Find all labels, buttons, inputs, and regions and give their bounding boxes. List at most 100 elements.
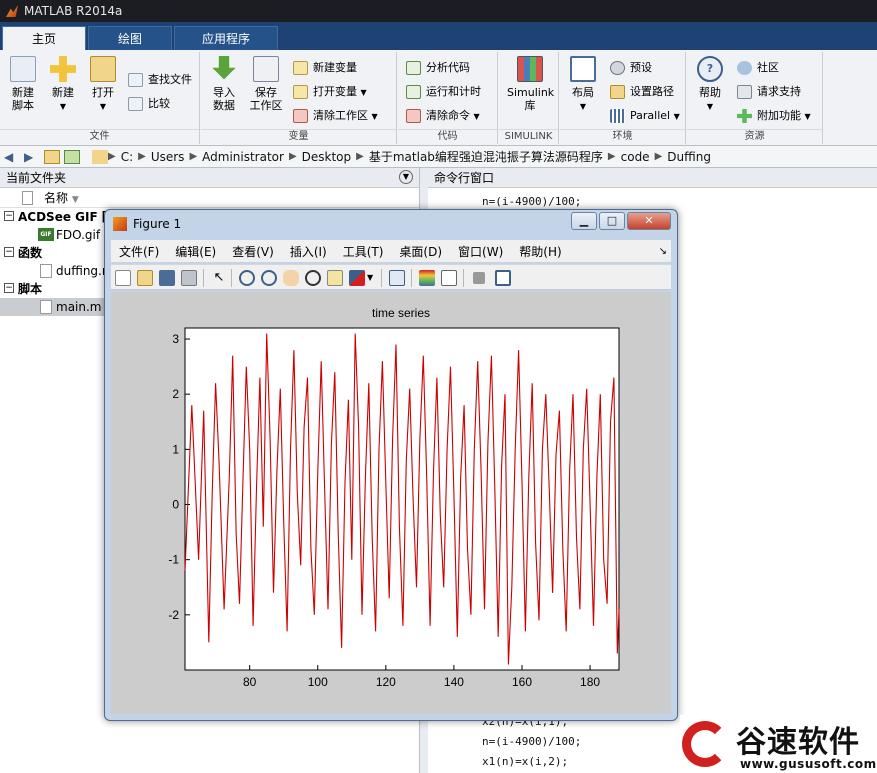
- menu-file[interactable]: 文件(F): [119, 243, 159, 260]
- print-icon[interactable]: [181, 270, 197, 286]
- new-figure-icon[interactable]: [115, 270, 131, 286]
- new-button[interactable]: 新建 ▼: [42, 56, 84, 113]
- menu-tools[interactable]: 工具(T): [343, 243, 384, 260]
- clear-commands-button[interactable]: 清除命令 ▼: [406, 106, 480, 126]
- brush-icon[interactable]: [349, 270, 365, 286]
- zoom-out-icon[interactable]: [261, 270, 277, 286]
- folder-icon: [90, 56, 116, 82]
- colorbar-icon[interactable]: [419, 270, 435, 286]
- open-button[interactable]: 打开 ▼: [82, 56, 124, 113]
- y-tick-label: 0: [172, 498, 179, 512]
- pan-hand-icon[interactable]: [283, 270, 299, 286]
- path-segment[interactable]: Users: [151, 150, 185, 164]
- collapse-icon[interactable]: −: [4, 211, 14, 221]
- menu-desktop[interactable]: 桌面(D): [399, 243, 442, 260]
- menu-insert[interactable]: 插入(I): [290, 243, 327, 260]
- data-cursor-icon[interactable]: [327, 270, 343, 286]
- link-plot-icon[interactable]: [389, 270, 405, 286]
- simulink-icon: [517, 56, 543, 82]
- back-arrow-icon[interactable]: ◀: [4, 150, 20, 164]
- open-variable-button[interactable]: 打开变量 ▼: [293, 82, 367, 102]
- y-tick-label: -1: [168, 553, 179, 567]
- parallel-button[interactable]: Parallel ▼: [610, 106, 680, 126]
- figure-window[interactable]: Figure 1 ▁ □ ✕ 文件(F) 编辑(E) 查看(V) 插入(I) 工…: [104, 209, 678, 721]
- file-type-icon: [22, 191, 33, 205]
- command-line: n=(i-4900)/100;: [482, 735, 582, 748]
- analyze-code-button[interactable]: 分析代码: [406, 58, 470, 78]
- command-line: x1(n)=x(i,2);: [482, 755, 569, 768]
- time-series-chart: time series 80 100 120 140 160 180 -2 -1 0 1 2 3: [168, 306, 620, 689]
- menu-view[interactable]: 查看(V): [232, 243, 274, 260]
- layout-button[interactable]: 布局 ▼: [562, 56, 604, 113]
- new-variable-button[interactable]: 新建变量: [293, 58, 357, 78]
- parallel-icon: [610, 109, 625, 123]
- find-files-icon: [128, 73, 143, 87]
- command-window-header: 命令行窗口: [428, 168, 877, 188]
- compare-button[interactable]: 比较: [128, 94, 170, 114]
- panel-menu-icon[interactable]: ▼: [399, 170, 413, 184]
- help-button[interactable]: ? 帮助 ▼: [689, 56, 731, 113]
- new-variable-icon: [293, 61, 308, 75]
- maximize-button[interactable]: □: [599, 212, 625, 230]
- community-icon: [737, 61, 752, 75]
- hide-plot-tools-icon[interactable]: [473, 272, 485, 284]
- show-plot-tools-icon[interactable]: [495, 270, 511, 286]
- plot-area: [184, 327, 620, 671]
- name-column-header[interactable]: 名称 ▼: [0, 188, 419, 208]
- legend-icon[interactable]: [441, 270, 457, 286]
- new-script-icon: [10, 56, 36, 82]
- m-file-icon: [40, 300, 52, 314]
- close-button[interactable]: ✕: [627, 212, 671, 230]
- chart-title: time series: [372, 306, 430, 320]
- set-path-button[interactable]: 设置路径: [610, 82, 674, 102]
- path-segment[interactable]: Administrator: [202, 150, 284, 164]
- brush-dropdown-icon[interactable]: ▼: [367, 273, 373, 282]
- minimize-button[interactable]: ▁: [571, 212, 597, 230]
- command-window-title: 命令行窗口: [434, 171, 495, 185]
- request-support-button[interactable]: 请求支持: [737, 82, 801, 102]
- watermark-url: www.gususoft.com: [740, 757, 877, 771]
- help-icon: ?: [697, 56, 723, 82]
- clear-commands-icon: [406, 109, 421, 123]
- find-files-button[interactable]: 查找文件: [128, 70, 192, 90]
- path-segment[interactable]: C:: [121, 150, 133, 164]
- path-segment[interactable]: Desktop: [302, 150, 352, 164]
- import-data-button[interactable]: 导入 数据: [203, 56, 245, 112]
- preferences-button[interactable]: 预设: [610, 58, 652, 78]
- tab-plots[interactable]: 绘图: [88, 26, 172, 50]
- new-script-button[interactable]: 新建 脚本: [2, 56, 44, 112]
- watermark: 谷速软件 www.gususoft.com: [680, 715, 877, 773]
- collapse-icon[interactable]: −: [4, 283, 14, 293]
- open-file-icon[interactable]: [137, 270, 153, 286]
- forward-arrow-icon[interactable]: ▶: [24, 150, 40, 164]
- path-segment[interactable]: Duffing: [667, 150, 711, 164]
- run-and-time-button[interactable]: 运行和计时: [406, 82, 481, 102]
- tab-apps[interactable]: 应用程序: [174, 26, 278, 50]
- x-tick-label: 120: [376, 675, 396, 689]
- ribbon-group-simulink: Simulink 库 SIMULINK: [499, 52, 559, 144]
- browse-folder-icon[interactable]: [64, 149, 80, 164]
- collapse-icon[interactable]: −: [4, 247, 14, 257]
- simulink-library-button[interactable]: Simulink 库: [507, 56, 554, 112]
- addons-button[interactable]: 附加功能 ▼: [737, 106, 811, 126]
- figure-menubar: 文件(F) 编辑(E) 查看(V) 插入(I) 工具(T) 桌面(D) 窗口(W…: [111, 240, 671, 262]
- path-segment[interactable]: code: [621, 150, 650, 164]
- menu-window[interactable]: 窗口(W): [458, 243, 503, 260]
- dock-arrow-icon[interactable]: ↘: [659, 246, 667, 257]
- y-tick-label: -2: [168, 608, 179, 622]
- community-button[interactable]: 社区: [737, 58, 779, 78]
- pointer-icon[interactable]: ↖: [211, 270, 227, 286]
- gususoft-logo-icon: [682, 721, 728, 767]
- app-titlebar: MATLAB R2014a: [0, 0, 877, 22]
- menu-help[interactable]: 帮助(H): [519, 243, 561, 260]
- save-workspace-button[interactable]: 保存 工作区: [245, 56, 287, 112]
- path-segment[interactable]: 基于matlab编程强迫混沌振子算法源码程序: [369, 148, 603, 165]
- tab-home[interactable]: 主页: [2, 26, 86, 50]
- up-folder-icon[interactable]: [44, 149, 60, 164]
- clear-workspace-button[interactable]: 清除工作区 ▼: [293, 106, 378, 126]
- rotate-3d-icon[interactable]: [305, 270, 321, 286]
- zoom-in-icon[interactable]: [239, 270, 255, 286]
- save-icon[interactable]: [159, 270, 175, 286]
- menu-edit[interactable]: 编辑(E): [175, 243, 216, 260]
- folder-icon: [92, 149, 108, 164]
